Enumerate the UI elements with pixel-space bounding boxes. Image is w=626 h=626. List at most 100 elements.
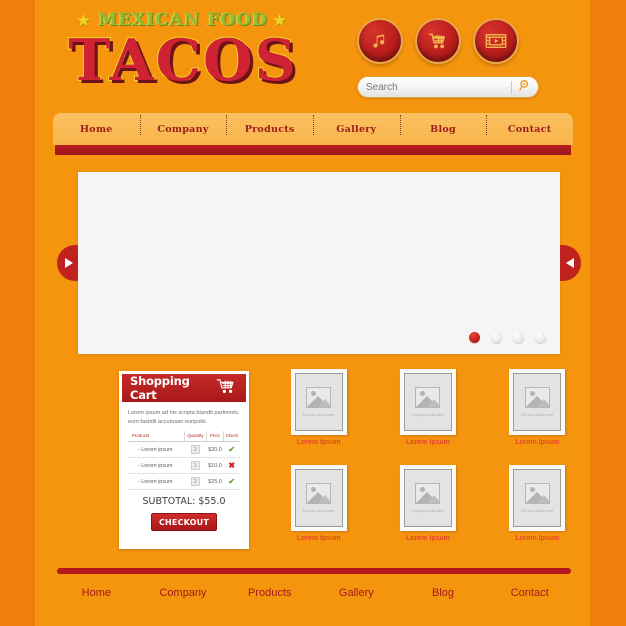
nav-item-gallery[interactable]: Gallery <box>313 114 400 135</box>
footer-item-home[interactable]: Home <box>53 587 140 599</box>
photo-placeholder[interactable]: Put your photo here <box>399 464 456 531</box>
mountain-shape-2 <box>427 399 440 407</box>
cart-row-price: $20.0 <box>206 441 224 459</box>
cart-row-product: - Lorem ipsum <box>128 457 185 475</box>
image-icon <box>524 482 550 504</box>
check-ok-icon[interactable]: ✔ <box>228 477 235 486</box>
gallery-item[interactable]: Put your photo here Lorem Ipsum <box>502 369 573 459</box>
image-icon <box>415 387 441 408</box>
photo-placeholder[interactable]: Put your photo here <box>290 464 347 531</box>
music-icon-button[interactable] <box>357 18 403 64</box>
gallery-item[interactable]: Put your photo here Lorem Ipsum <box>392 369 463 459</box>
cart-icon-button[interactable] <box>415 18 461 64</box>
table-row: - Lorem ipsum 2 $25.0 ✔ <box>128 473 240 491</box>
hero-slider <box>57 172 581 354</box>
slider-prev-button[interactable] <box>57 245 78 281</box>
image-icon <box>415 482 441 504</box>
photo-placeholder[interactable]: Put your photo here <box>290 369 347 435</box>
photo-placeholder[interactable]: Put your photo here <box>399 369 456 435</box>
cart-header: Shopping Cart <box>122 374 246 402</box>
nav-item-blog[interactable]: Blog <box>399 114 487 135</box>
slider-dot-2[interactable] <box>491 332 502 343</box>
gallery-item[interactable]: Put your photo here Lorem Ipsum <box>283 464 354 555</box>
quantity-box[interactable]: 1 <box>190 461 200 471</box>
left-edge-strip <box>0 0 35 626</box>
site-logo[interactable]: MEXICAN FOOD ★ ★ TACOS <box>63 10 303 95</box>
photo-frame: Put your photo here <box>294 468 343 527</box>
gallery-caption: Lorem Ipsum <box>296 439 341 446</box>
cart-row-price: $25.0 <box>206 473 224 491</box>
photo-placeholder-text: Put your photo here <box>302 508 335 513</box>
slider-dot-1[interactable] <box>469 332 480 343</box>
quantity-box[interactable]: 2 <box>190 445 200 455</box>
footer-accent-bar <box>57 568 571 574</box>
mountain-shape-2 <box>318 494 331 503</box>
table-row: - Lorem ipsum 2 $20.0 ✔ <box>128 441 240 459</box>
quantity-box[interactable]: 2 <box>190 477 200 487</box>
photo-frame: Put your photo here <box>513 373 562 431</box>
gallery-caption: Lorem Ipsum <box>406 534 450 542</box>
cart-icon <box>216 378 238 399</box>
slider-next-button[interactable] <box>560 245 581 281</box>
main-navigation: Home Company Products Gallery Blog Conta… <box>53 113 573 145</box>
cart-row-quantity: 1 <box>184 457 207 475</box>
arrow-left-icon <box>565 258 574 268</box>
cart-row-check: ✔ <box>223 473 240 491</box>
footer-item-products[interactable]: Products <box>226 587 313 599</box>
page-canvas: MEXICAN FOOD ★ ★ TACOS Search Home Compa… <box>35 0 590 626</box>
cart-col-products: Products <box>128 431 185 443</box>
photo-placeholder[interactable]: Put your photo here <box>509 369 566 435</box>
cart-subtotal: SUBTOTAL: $55.0 <box>142 496 226 508</box>
photo-frame: Put your photo here <box>294 373 343 431</box>
cart-icon <box>427 31 449 51</box>
gallery-item[interactable]: Put your photo here Lorem Ipsum <box>502 464 573 555</box>
video-icon <box>485 32 507 50</box>
photo-frame: Put your photo here <box>403 373 452 431</box>
check-remove-icon[interactable]: ✖ <box>228 461 235 470</box>
image-icon <box>306 482 332 504</box>
search-button[interactable] <box>512 77 538 97</box>
gallery-caption: Lorem Ipsum <box>296 534 341 542</box>
table-row: - Lorem ipsum 1 $10.0 ✖ <box>128 457 240 475</box>
slider-dot-4[interactable] <box>535 332 546 343</box>
nav-item-contact[interactable]: Contact <box>486 114 573 135</box>
right-edge-strip <box>590 0 626 626</box>
footer-navigation: Home Company Products Gallery Blog Conta… <box>53 582 573 604</box>
cart-row-price: $10.0 <box>206 457 224 475</box>
nav-item-home[interactable]: Home <box>53 124 140 135</box>
gallery-caption: Lorem Ipsum <box>515 534 560 542</box>
check-ok-icon[interactable]: ✔ <box>228 445 235 454</box>
footer-item-contact[interactable]: Contact <box>486 587 573 599</box>
cart-row-quantity: 2 <box>184 441 207 459</box>
cart-title: Shopping Cart <box>130 374 190 402</box>
arrow-right-icon <box>64 258 73 268</box>
music-icon <box>370 31 390 51</box>
photo-placeholder-text: Put your photo here <box>521 508 554 513</box>
mountain-shape-2 <box>536 494 549 503</box>
photo-gallery: Put your photo here Lorem Ipsum Put your… <box>283 369 573 554</box>
nav-item-products[interactable]: Products <box>226 114 313 135</box>
search-bar[interactable] <box>357 76 539 98</box>
mountain-shape-2 <box>318 399 331 407</box>
photo-placeholder-text: Put your photo here <box>521 413 554 417</box>
footer-item-blog[interactable]: Blog <box>400 587 487 599</box>
cart-table: Products Quantity Price Check - Lorem ip… <box>128 431 240 491</box>
slider-dot-3[interactable] <box>513 332 524 343</box>
mountain-shape-2 <box>536 399 549 407</box>
header-icon-row <box>357 18 527 66</box>
video-icon-button[interactable] <box>473 18 519 64</box>
search-input[interactable] <box>358 81 511 93</box>
cart-row-check: ✖ <box>223 457 240 475</box>
cart-description: Lorem ipsum ad his scripta blandit parti… <box>128 410 240 425</box>
checkout-button[interactable]: CHECKOUT <box>151 513 217 532</box>
slider-dots <box>469 332 546 343</box>
photo-placeholder-text: Put your photo here <box>412 508 444 513</box>
photo-placeholder[interactable]: Put your photo here <box>509 464 566 531</box>
logo-title: TACOS <box>67 27 298 94</box>
gallery-item[interactable]: Put your photo here Lorem Ipsum <box>283 369 354 459</box>
footer-item-company[interactable]: Company <box>140 587 227 599</box>
photo-frame: Put your photo here <box>403 468 452 527</box>
gallery-item[interactable]: Put your photo here Lorem Ipsum <box>392 464 463 555</box>
nav-item-company[interactable]: Company <box>139 114 227 135</box>
footer-item-gallery[interactable]: Gallery <box>313 587 400 599</box>
